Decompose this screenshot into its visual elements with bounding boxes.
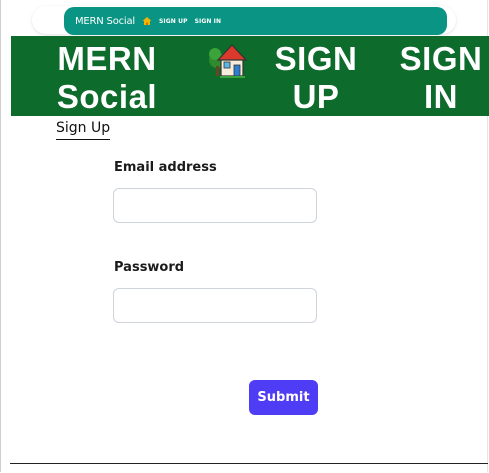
signin-line-1: SIGN [399,40,483,77]
main-navbar: MERN Social SIGN UP SIGN IN [11,36,489,116]
email-label: Email address [114,160,217,175]
mini-navbar: MERN Social SIGN UP SIGN IN [64,7,447,35]
email-field[interactable] [113,188,317,223]
signup-line-1: SIGN [274,40,358,77]
password-field[interactable] [113,288,317,323]
signin-link[interactable]: SIGN IN [393,40,489,116]
home-icon[interactable] [142,16,152,26]
brand-line-1: MERN [57,40,157,77]
mini-signup-link[interactable]: SIGN UP [159,18,188,25]
home-icon[interactable] [207,40,249,82]
brand-line-2: Social [56,78,158,115]
page-title: Sign Up [56,120,111,140]
signup-line-2: UP [292,78,340,115]
mini-brand-title[interactable]: MERN Social [75,16,135,27]
password-label: Password [114,260,185,275]
footer-divider [10,463,488,464]
submit-button[interactable]: Submit [249,380,318,415]
signin-line-2: IN [424,78,458,115]
signup-link[interactable]: SIGN UP [266,40,366,116]
mini-signin-link[interactable]: SIGN IN [195,18,222,25]
brand-title[interactable]: MERN Social [51,40,163,116]
